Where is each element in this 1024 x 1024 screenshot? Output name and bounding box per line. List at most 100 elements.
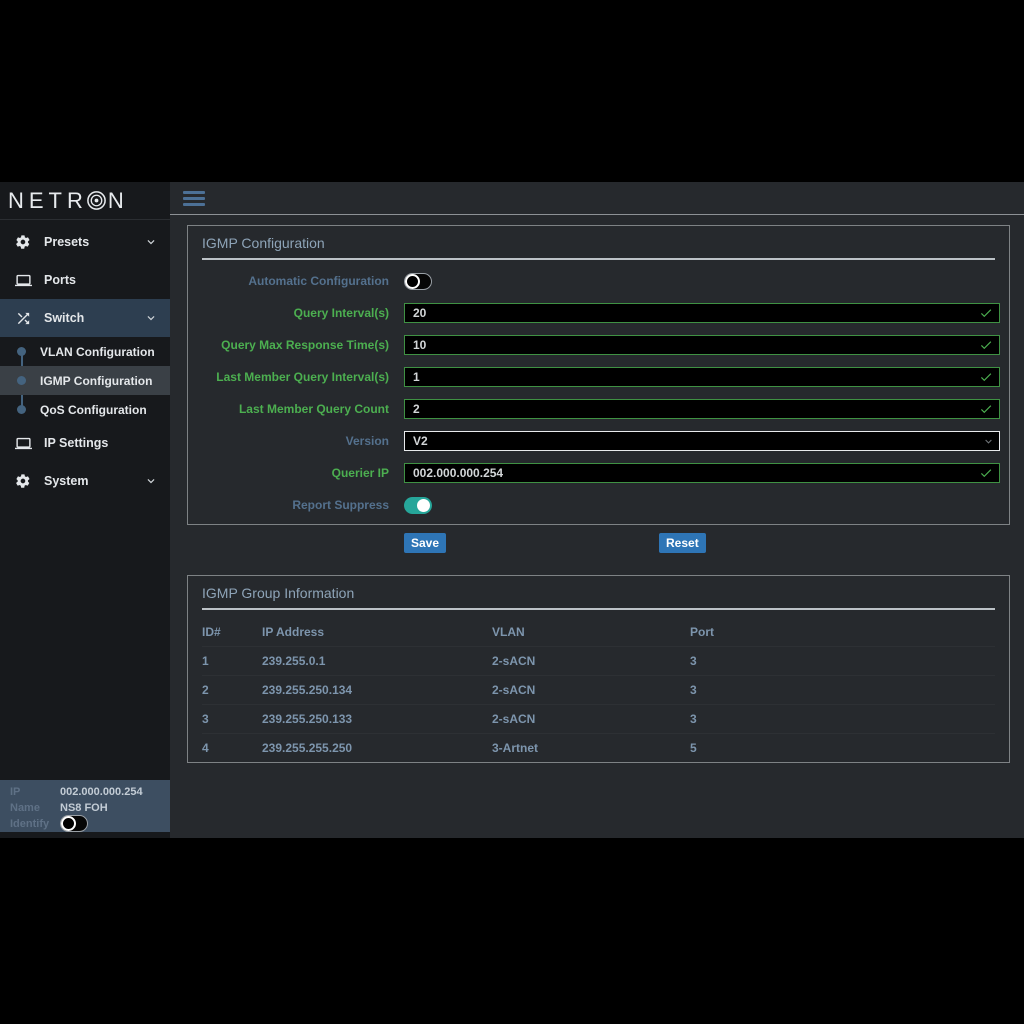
column-header: VLAN xyxy=(492,625,690,639)
chevron-down-icon xyxy=(982,435,995,451)
field-label: Querier IP xyxy=(188,466,389,480)
igmp-group-information-panel: IGMP Group Information ID#IP AddressVLAN… xyxy=(187,575,1010,763)
gear-icon xyxy=(14,472,32,490)
field-row-last-member-query-count: Last Member Query Count 2 xyxy=(188,399,1009,419)
valid-check-icon xyxy=(979,466,993,483)
igmp-configuration-panel: IGMP Configuration Automatic Configurati… xyxy=(187,225,1010,525)
select-dropdown[interactable]: V2 xyxy=(404,431,1000,451)
field-label: Report Suppress xyxy=(188,498,389,512)
cell-ip: 239.255.250.134 xyxy=(262,683,492,697)
field-row-automatic-configuration: Automatic Configuration xyxy=(188,271,1009,291)
sidebar-item-label: System xyxy=(44,474,88,488)
igmp-config-form: Automatic Configuration Query Interval(s… xyxy=(188,271,1009,515)
text-input[interactable]: 10 xyxy=(404,335,1000,355)
panel-title: IGMP Group Information xyxy=(202,585,995,601)
field-row-version: Version V2 xyxy=(188,431,1009,451)
table-row: 2239.255.250.1342-sACN3 xyxy=(202,676,995,705)
valid-check-icon xyxy=(979,306,993,323)
cell-vlan: 2-sACN xyxy=(492,683,690,697)
switch-submenu: VLAN Configuration IGMP Configuration Qo… xyxy=(0,337,170,424)
sidebar-item-vlan-configuration[interactable]: VLAN Configuration xyxy=(0,337,170,366)
valid-check-icon xyxy=(979,338,993,355)
sidebar-item-qos-configuration[interactable]: QoS Configuration xyxy=(0,395,170,424)
selected-value: V2 xyxy=(413,434,428,448)
cell-port: 3 xyxy=(690,654,995,668)
sidebar-item-ip-settings[interactable]: IP Settings xyxy=(0,424,170,462)
identify-toggle[interactable] xyxy=(60,815,88,832)
text-input[interactable]: 002.000.000.254 xyxy=(404,463,1000,483)
input-value: 10 xyxy=(413,338,426,352)
cell-ip: 239.255.0.1 xyxy=(262,654,492,668)
device-name-label: Name xyxy=(10,802,60,814)
input-value: 20 xyxy=(413,306,426,320)
valid-check-icon xyxy=(979,370,993,387)
device-info-panel: IP 002.000.000.254 Name NS8 FOH Identify xyxy=(0,780,170,832)
device-ip-value: 002.000.000.254 xyxy=(60,786,143,798)
cell-vlan: 2-sACN xyxy=(492,712,690,726)
column-header: ID# xyxy=(202,625,262,639)
field-label: Automatic Configuration xyxy=(188,274,389,288)
text-input[interactable]: 2 xyxy=(404,399,1000,419)
field-label: Query Max Response Time(s) xyxy=(188,338,389,352)
group-table-header: ID#IP AddressVLANPort xyxy=(202,618,995,647)
field-row-last-member-query-interval: Last Member Query Interval(s) 1 xyxy=(188,367,1009,387)
text-input[interactable]: 20 xyxy=(404,303,1000,323)
sidebar-item-presets[interactable]: Presets xyxy=(0,223,170,261)
logo-text-right: N xyxy=(108,188,129,214)
cell-id: 2 xyxy=(202,683,262,697)
chevron-down-icon xyxy=(144,474,158,488)
sidebar-subitem-label: IGMP Configuration xyxy=(40,374,152,388)
sidebar-item-label: Switch xyxy=(44,311,84,325)
field-label: Last Member Query Interval(s) xyxy=(188,370,389,384)
group-table-body: 1239.255.0.12-sACN32239.255.250.1342-sAC… xyxy=(202,647,995,762)
cell-port: 3 xyxy=(690,712,995,726)
cell-port: 5 xyxy=(690,741,995,755)
save-button[interactable]: Save xyxy=(404,533,446,553)
sidebar-item-system[interactable]: System xyxy=(0,462,170,500)
report-suppress-toggle[interactable] xyxy=(404,497,432,514)
table-row: 3239.255.250.1332-sACN3 xyxy=(202,705,995,734)
field-row-query-max-response-time: Query Max Response Time(s) 10 xyxy=(188,335,1009,355)
text-input[interactable]: 1 xyxy=(404,367,1000,387)
sidebar-item-switch[interactable]: Switch xyxy=(0,299,170,337)
cell-vlan: 2-sACN xyxy=(492,654,690,668)
title-divider xyxy=(202,258,995,260)
field-label: Last Member Query Count xyxy=(188,402,389,416)
input-value: 2 xyxy=(413,402,420,416)
sidebar-item-ports[interactable]: Ports xyxy=(0,261,170,299)
cell-id: 1 xyxy=(202,654,262,668)
column-header: IP Address xyxy=(262,625,492,639)
field-row-report-suppress: Report Suppress xyxy=(188,495,1009,515)
netron-web-ui: NETR N Presets xyxy=(0,182,1024,838)
sidebar-item-label: IP Settings xyxy=(44,436,108,450)
chevron-down-icon xyxy=(144,235,158,249)
sidebar-subitem-label: QoS Configuration xyxy=(40,403,147,417)
field-label: Version xyxy=(188,434,389,448)
device-identify-label: Identify xyxy=(10,818,60,830)
chevron-down-icon xyxy=(144,311,158,325)
cell-id: 3 xyxy=(202,712,262,726)
screenshot-stage: NETR N Presets xyxy=(0,0,1024,1024)
sidebar-item-label: Ports xyxy=(44,273,76,287)
field-label: Query Interval(s) xyxy=(188,306,389,320)
monitor-icon xyxy=(14,271,32,289)
gear-icon xyxy=(14,233,32,251)
top-bar xyxy=(170,182,1024,215)
cell-id: 4 xyxy=(202,741,262,755)
reset-button[interactable]: Reset xyxy=(659,533,706,553)
netron-logo: NETR N xyxy=(0,182,170,220)
sidebar: NETR N Presets xyxy=(0,182,170,838)
hamburger-menu-icon[interactable] xyxy=(183,188,205,209)
spiral-o-icon xyxy=(86,190,107,211)
table-row: 4239.255.255.2503-Artnet5 xyxy=(202,734,995,762)
column-header: Port xyxy=(690,625,995,639)
cell-port: 3 xyxy=(690,683,995,697)
cell-ip: 239.255.255.250 xyxy=(262,741,492,755)
sidebar-item-igmp-configuration[interactable]: IGMP Configuration xyxy=(0,366,170,395)
shuffle-icon xyxy=(14,309,32,327)
valid-check-icon xyxy=(979,402,993,419)
sidebar-item-label: Presets xyxy=(44,235,89,249)
title-divider xyxy=(202,608,995,610)
input-value: 1 xyxy=(413,370,420,384)
automatic-configuration-toggle[interactable] xyxy=(404,273,432,290)
